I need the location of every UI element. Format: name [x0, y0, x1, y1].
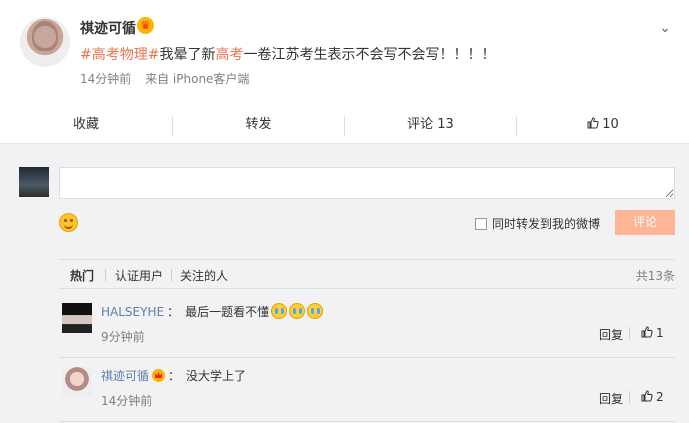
comment-like-button[interactable]: 1	[641, 326, 664, 340]
comment-total: 共13条	[635, 269, 675, 283]
thumbs-up-icon	[641, 390, 653, 402]
comment-avatar[interactable]	[62, 303, 92, 333]
divider	[171, 269, 172, 281]
reply-button[interactable]: 回复	[599, 326, 623, 343]
comment-time: 14分钟前	[101, 394, 153, 408]
action-bar: 收藏 转发 评论 13 10	[0, 107, 689, 143]
repost-checkbox-label[interactable]: 同时转发到我的微博	[492, 215, 600, 232]
like-button[interactable]: 10	[517, 107, 689, 143]
thumbs-up-icon	[587, 117, 599, 129]
like-count: 10	[602, 117, 619, 132]
comment-item: 祺迹可循 ： 没大学上了 14分钟前 回复 2	[59, 360, 675, 422]
reply-button[interactable]: 回复	[599, 390, 623, 407]
comment-button[interactable]: 评论 13	[345, 107, 516, 143]
emoji-smile-icon[interactable]	[59, 213, 78, 232]
post-meta: 14分钟前 来自 iPhone客户端	[80, 70, 259, 87]
post-username[interactable]: 祺迹可循	[80, 18, 136, 38]
thumbs-up-icon	[641, 326, 653, 338]
post-text-part: 我晕了新	[159, 47, 216, 63]
crown-icon: ♛	[137, 17, 154, 34]
comment-input[interactable]	[59, 167, 675, 199]
post-text-part: 一卷江苏考生表示不会写不会写！！！！	[243, 47, 496, 63]
crown-icon	[152, 369, 166, 382]
comment-author[interactable]: HALSEYHE	[101, 305, 164, 319]
post-time[interactable]: 14分钟前	[80, 72, 131, 86]
crying-emoji-icon	[307, 303, 324, 319]
comment-time: 9分钟前	[101, 330, 145, 344]
my-avatar	[19, 167, 49, 197]
crying-emoji-icon	[289, 303, 306, 319]
comment-author[interactable]: 祺迹可循	[101, 369, 149, 383]
comment-like-count: 2	[656, 390, 664, 404]
tab-verified[interactable]: 认证用户	[115, 267, 163, 284]
divider	[629, 391, 630, 403]
tab-following[interactable]: 关注的人	[180, 267, 228, 284]
post-source: 来自 iPhone客户端	[145, 72, 250, 86]
comment-colon: ：	[167, 305, 180, 319]
divider	[629, 327, 630, 339]
repost-checkbox[interactable]	[475, 218, 487, 230]
comment-item: HALSEYHE： 最后一题看不懂 9分钟前 回复 1	[59, 296, 675, 358]
comment-text: 祺迹可循 ： 没大学上了	[101, 367, 246, 384]
comment-filter-tabs: 热门 认证用户 关注的人 共13条	[59, 259, 675, 289]
avatar[interactable]	[20, 17, 70, 67]
comment-body: 最后一题看不懂	[185, 305, 270, 319]
comments-section: 同时转发到我的微博 评论 热门 认证用户 关注的人 共13条 HALSEYHE：…	[0, 150, 689, 423]
repost-button[interactable]: 转发	[173, 107, 344, 143]
comment-colon: ：	[168, 369, 181, 383]
hashtag-link[interactable]: #高考物理#	[80, 47, 159, 63]
tab-hot[interactable]: 热门	[70, 267, 94, 284]
favorite-button[interactable]: 收藏	[0, 107, 172, 143]
chevron-down-icon[interactable]: ⌄	[657, 20, 673, 36]
comment-avatar[interactable]	[62, 367, 92, 397]
divider	[105, 269, 106, 281]
submit-comment-button[interactable]: 评论	[615, 210, 675, 235]
keyword-highlight: 高考	[215, 47, 244, 63]
comment-like-count: 1	[656, 326, 664, 340]
comment-like-button[interactable]: 2	[641, 390, 664, 404]
comment-text: HALSEYHE： 最后一题看不懂	[101, 303, 324, 320]
post-text: #高考物理#我晕了新高考一卷江苏考生表示不会写不会写！！！！	[80, 44, 495, 64]
weibo-post-card: 祺迹可循 ♛ ⌄ #高考物理#我晕了新高考一卷江苏考生表示不会写不会写！！！！ …	[0, 0, 689, 144]
comment-body: 没大学上了	[186, 369, 247, 383]
crying-emoji-icon	[271, 303, 288, 319]
